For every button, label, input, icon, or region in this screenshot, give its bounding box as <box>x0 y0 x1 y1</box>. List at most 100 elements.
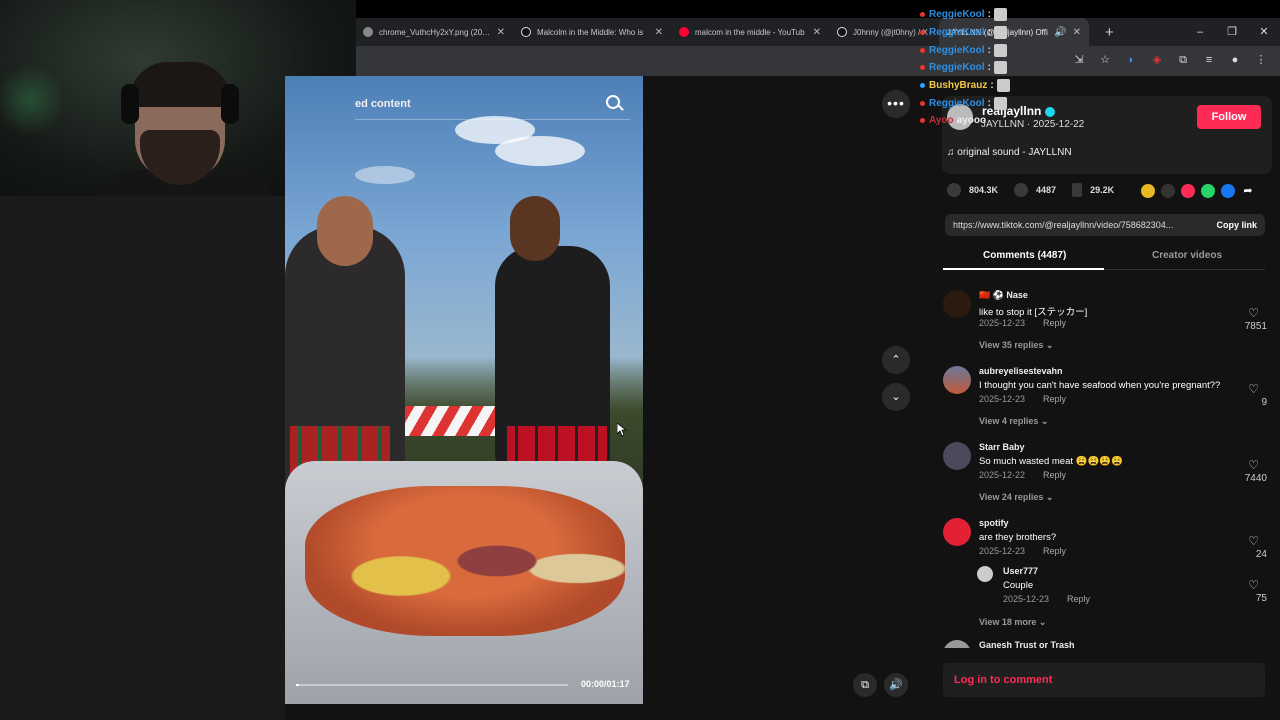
tab-close-icon[interactable]: ✕ <box>813 27 821 38</box>
chat-colon: : <box>987 27 991 39</box>
chat-emote-icon <box>996 79 1010 93</box>
view-replies-button[interactable]: View 4 replies ⌄ <box>979 416 1048 427</box>
bookmark-icon[interactable] <box>1072 183 1083 197</box>
chat-text: ayooo <box>956 115 987 127</box>
spotify-avatar[interactable] <box>943 518 971 546</box>
save-count: 29.2K <box>1090 185 1115 195</box>
menu-kebab-icon[interactable]: ⋮ <box>1254 53 1268 67</box>
commenter-name[interactable]: Ganesh Trust or Trash <box>979 640 1075 648</box>
comment-date: 2025-12-23 <box>979 546 1026 556</box>
commenter-avatar[interactable] <box>943 290 971 318</box>
view-more-replies-button[interactable]: View 18 more ⌄ <box>979 617 1046 628</box>
chat-username[interactable]: ReggieKool <box>929 45 985 56</box>
more-options-button[interactable]: ••• <box>882 90 910 118</box>
commenter-name[interactable]: spotify <box>979 518 1009 528</box>
video-progress-bar[interactable] <box>296 684 568 686</box>
comment-like-heart-icon[interactable]: ♡ <box>1248 306 1259 320</box>
chat-message: ReggieKool: <box>918 24 1118 42</box>
media-control-icon[interactable]: ≡ <box>1202 53 1216 67</box>
volume-button[interactable]: 🔊 <box>884 673 908 697</box>
previous-video-button[interactable]: ⌃ <box>882 346 910 374</box>
tab-creator-videos[interactable]: Creator videos <box>1152 250 1222 261</box>
video-url[interactable]: https://www.tiktok.com/@realjayllnn/vide… <box>953 220 1198 230</box>
browser-tab[interactable]: malcom in the middle - YouTub ✕ <box>671 18 829 46</box>
extensions-puzzle-icon[interactable]: ⧉ <box>1176 53 1190 67</box>
browser-tab[interactable]: Malcolm in the Middle: Who is ✕ <box>513 18 671 46</box>
login-to-comment-link[interactable]: Log in to comment <box>954 674 1052 686</box>
chat-username[interactable]: BushyBrauz <box>929 80 987 91</box>
reply-button[interactable]: Reply <box>1043 546 1066 556</box>
comment-date: 2025-12-23 <box>979 318 1026 328</box>
extension-icon[interactable]: ◗ <box>1124 53 1138 67</box>
commenter-avatar[interactable] <box>943 640 971 648</box>
embed-icon[interactable] <box>1161 184 1175 198</box>
comment-icon[interactable] <box>1014 183 1029 197</box>
chat-username[interactable]: ReggieKool <box>929 62 985 73</box>
close-window-button[interactable]: ✕ <box>1248 18 1280 46</box>
comment-like-heart-icon[interactable]: ♡ <box>1248 534 1259 548</box>
tab-comments[interactable]: Comments (4487) <box>983 250 1066 261</box>
video-search-bar[interactable]: ed content <box>355 90 630 120</box>
minimize-button[interactable]: – <box>1184 18 1216 46</box>
tab-close-icon[interactable]: ✕ <box>497 27 505 38</box>
profile-avatar[interactable]: ● <box>1228 53 1242 67</box>
search-icon[interactable] <box>606 95 620 109</box>
facebook-icon[interactable] <box>1221 184 1235 198</box>
chat-username[interactable]: Ayoo <box>929 115 954 126</box>
share-arrow-icon[interactable]: ➦ <box>1241 184 1255 198</box>
picture-in-picture-button[interactable]: ⧉ <box>853 673 877 697</box>
commenter-name[interactable]: aubreyelisestevahn <box>979 366 1063 376</box>
comment-text: are they brothers? <box>979 532 1057 543</box>
chat-message: ReggieKool: <box>918 94 1118 112</box>
whatsapp-icon[interactable] <box>1201 184 1215 198</box>
chat-badge-icon <box>920 65 925 71</box>
browser-toolbar: ⇲ ☆ ◗ ◈ ⧉ ≡ ● ⋮ <box>355 46 1280 76</box>
copy-link-button[interactable]: Copy link <box>1216 220 1257 230</box>
commenter-name[interactable]: Starr Baby <box>979 442 1025 452</box>
login-to-comment-bar[interactable]: Log in to comment <box>943 663 1265 697</box>
mouse-cursor-icon <box>617 423 627 437</box>
commenter-avatar[interactable] <box>943 366 971 394</box>
reply-button[interactable]: Reply <box>1043 470 1066 480</box>
next-video-button[interactable]: ⌄ <box>882 383 910 411</box>
comment-like-heart-icon[interactable]: ♡ <box>1248 458 1259 472</box>
top-strip <box>355 0 1280 18</box>
reply-like-heart-icon[interactable]: ♡ <box>1248 578 1259 592</box>
commenter-avatar[interactable] <box>943 442 971 470</box>
browser-tab[interactable]: chrome_VuthcHy2xY.png (2024 ✕ <box>355 18 513 46</box>
webcam-light <box>0 60 60 140</box>
view-replies-button[interactable]: View 35 replies ⌄ <box>979 340 1053 351</box>
like-heart-icon[interactable] <box>947 183 961 197</box>
video-person-right-head <box>510 196 560 261</box>
reply-like-count: 75 <box>1255 593 1267 604</box>
search-text: ed content <box>355 98 411 110</box>
chat-username[interactable]: ReggieKool <box>929 98 985 109</box>
follow-button[interactable]: Follow <box>1197 105 1261 129</box>
restore-button[interactable]: ❐ <box>1216 18 1248 46</box>
chat-message: ReggieKool: <box>918 41 1118 59</box>
screen: chrome_VuthcHy2xY.png (2024 ✕ Malcolm in… <box>0 0 1280 720</box>
send-icon[interactable] <box>1181 184 1195 198</box>
original-sound-link[interactable]: ♫ original sound - JAYLLNN <box>947 147 1072 158</box>
chat-username[interactable]: ReggieKool <box>929 9 985 20</box>
chat-emote-icon <box>993 96 1007 110</box>
tab-favicon-icon <box>363 27 373 37</box>
commenter-name[interactable]: 🇨🇳 ⚽ Nase <box>979 290 1028 301</box>
chat-badge-icon <box>920 100 925 106</box>
chat-badge-icon <box>920 118 925 124</box>
engagement-stats: 804.3K 4487 29.2K <box>947 183 1114 197</box>
reply-button[interactable]: Reply <box>1043 318 1066 328</box>
coin-share-icon[interactable] <box>1141 184 1155 198</box>
tab-close-icon[interactable]: ✕ <box>655 27 663 38</box>
comment-like-count: 9 <box>1261 397 1267 408</box>
view-replies-button[interactable]: View 24 replies ⌄ <box>979 492 1053 503</box>
comment-like-heart-icon[interactable]: ♡ <box>1248 382 1259 396</box>
replier-avatar[interactable] <box>977 566 993 582</box>
chat-username[interactable]: ReggieKool <box>929 27 985 38</box>
replier-name[interactable]: User777 <box>1003 566 1038 576</box>
chat-message: ReggieKool: <box>918 59 1118 77</box>
extension-icon[interactable]: ◈ <box>1150 53 1164 67</box>
reply-button[interactable]: Reply <box>1067 594 1090 604</box>
video-player[interactable] <box>285 76 643 704</box>
reply-button[interactable]: Reply <box>1043 394 1066 404</box>
